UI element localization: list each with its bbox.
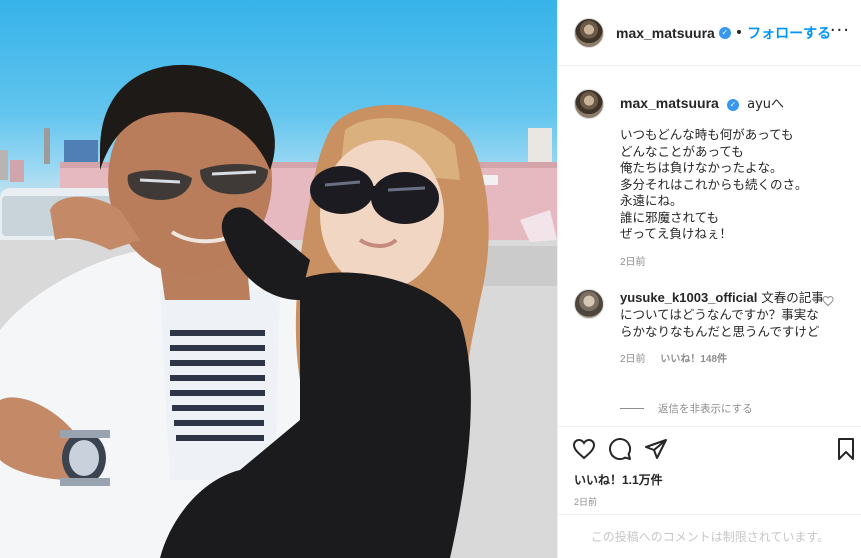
verified-badge-icon: ✓ <box>718 26 731 39</box>
comments-restricted-notice: この投稿へのコメントは制限されています。 <box>558 514 861 558</box>
hide-replies[interactable]: 返信を非表示にする <box>620 401 753 416</box>
hide-replies-label[interactable]: 返信を非表示にする <box>658 401 753 416</box>
small-heart-icon[interactable] <box>822 295 834 307</box>
commenter-username[interactable]: yusuke_k1003_official <box>620 290 757 305</box>
caption-username[interactable]: max_matsuura <box>620 95 719 111</box>
comment-bubble-icon[interactable] <box>608 437 632 461</box>
ellipsis-icon[interactable]: ··· <box>830 22 850 40</box>
caption-text: いつもどんな時も何があっても どんなことがあっても 俺たちは負けなかったよな。 … <box>620 127 808 241</box>
post-photo[interactable] <box>0 0 557 558</box>
like-count[interactable]: いいね！1.1万件 <box>574 471 663 488</box>
post-header: max_matsuura ✓ • フォローする ··· <box>558 0 861 66</box>
caption-avatar[interactable] <box>574 89 604 119</box>
separator-dot: • <box>734 24 744 41</box>
bookmark-icon[interactable] <box>834 437 858 461</box>
comment-timestamp[interactable]: 2日前 <box>620 354 646 365</box>
commenter-avatar[interactable] <box>574 289 604 319</box>
author-avatar[interactable] <box>574 17 604 48</box>
author-username[interactable]: max_matsuura <box>616 25 715 41</box>
comments-list[interactable]: max_matsuura ✓ ayuへ いつもどんな時も何があっても どんなこと… <box>558 67 861 425</box>
comment-likes[interactable]: いいね！148件 <box>660 354 727 365</box>
replies-divider <box>620 408 644 409</box>
photo-illustration <box>0 64 557 558</box>
paper-plane-icon[interactable] <box>644 437 668 461</box>
verified-badge-icon: ✓ <box>726 98 739 111</box>
follow-button[interactable]: フォローする <box>747 23 831 43</box>
caption-timestamp[interactable]: 2日前 <box>620 257 646 268</box>
heart-icon[interactable] <box>572 437 596 461</box>
post-timestamp[interactable]: 2日前 <box>574 495 597 508</box>
caption-time: 2日前 <box>620 255 846 271</box>
post-side-panel: max_matsuura ✓ • フォローする ··· max_matsuura… <box>557 0 861 558</box>
caption-mention: ayuへ <box>747 97 785 112</box>
